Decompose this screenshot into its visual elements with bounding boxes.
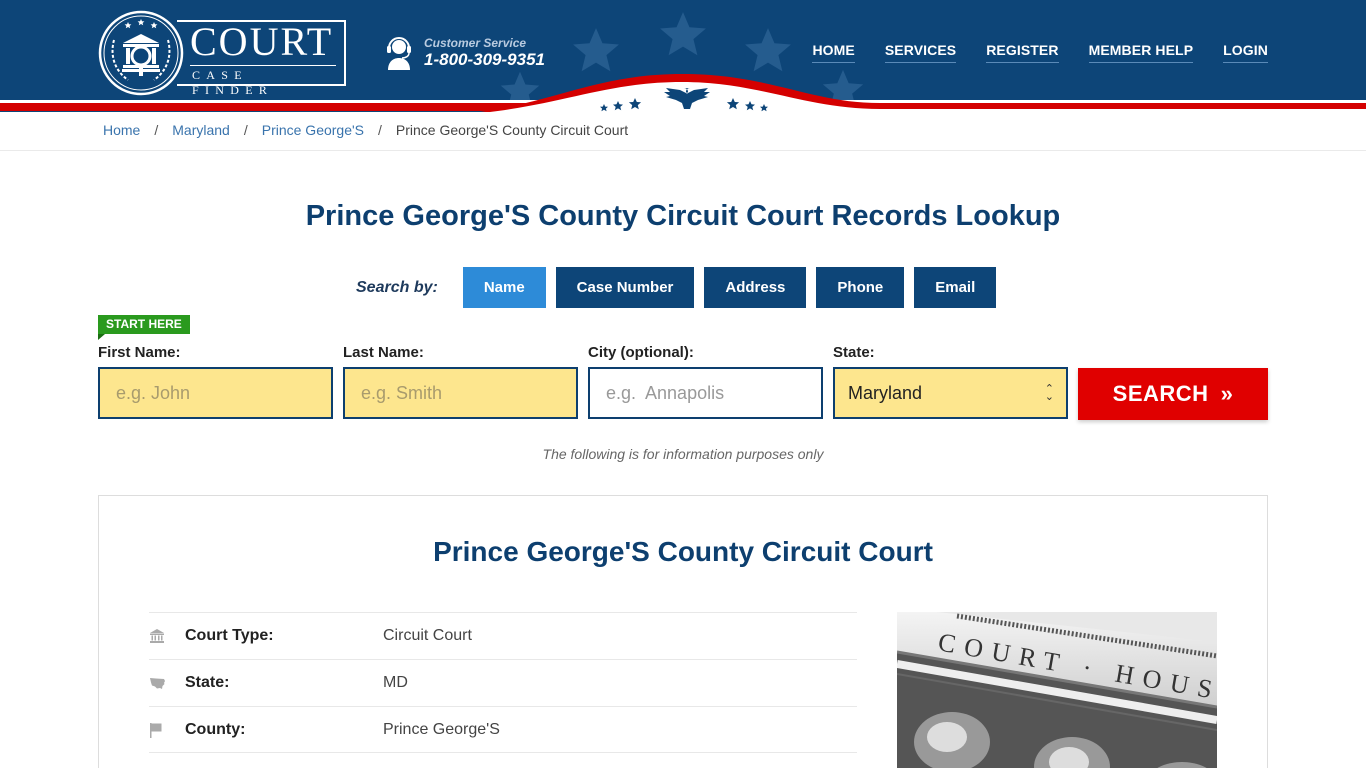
breadcrumb-separator: /: [378, 122, 382, 138]
courthouse-icon: [149, 628, 185, 644]
logo-rule: [190, 65, 336, 66]
first-name-field: First Name:: [98, 344, 333, 419]
breadcrumb-separator: /: [154, 122, 159, 138]
start-here-badge: START HERE: [98, 315, 190, 340]
tab-name[interactable]: Name: [462, 267, 546, 308]
breadcrumb-separator: /: [243, 122, 248, 138]
tab-case-number[interactable]: Case Number: [555, 267, 695, 308]
main-nav: HOME SERVICES REGISTER MEMBER HELP LOGIN: [812, 42, 1268, 63]
city-label: City (optional):: [588, 344, 694, 361]
detail-value: Circuit Court: [383, 627, 472, 644]
search-by-tabs: Search by: Name Case Number Address Phon…: [356, 267, 1006, 308]
nav-register[interactable]: REGISTER: [986, 42, 1059, 63]
city-field: City (optional):: [588, 344, 823, 419]
customer-service-phone[interactable]: 1-800-309-9351: [424, 50, 545, 70]
last-name-field: Last Name:: [343, 344, 578, 419]
breadcrumb-home[interactable]: Home: [103, 122, 140, 138]
detail-value: Prince George'S: [383, 720, 500, 738]
city-input[interactable]: [588, 367, 823, 419]
disclaimer: The following is for information purpose…: [542, 446, 824, 462]
nav-login[interactable]: LOGIN: [1223, 42, 1268, 63]
detail-row-court-type: Court Type: Circuit Court: [149, 612, 857, 659]
last-name-input[interactable]: [343, 367, 578, 419]
search-by-label: Search by:: [356, 278, 438, 296]
site-logo[interactable]: COURT CASE FINDER: [98, 10, 346, 97]
nav-member-help[interactable]: MEMBER HELP: [1088, 42, 1194, 63]
search-button-label: SEARCH: [1112, 381, 1209, 406]
first-name-input[interactable]: [98, 367, 333, 419]
detail-label: County:: [185, 720, 246, 738]
page-title: Prince George'S County Circuit Court Rec…: [305, 200, 1061, 232]
nav-home[interactable]: HOME: [812, 42, 855, 63]
site-header: COURT CASE FINDER Customer Service 1-800…: [0, 0, 1366, 112]
double-chevron-right-icon: »: [1220, 381, 1234, 406]
courthouse-photo-illustration: COURT · HOUSE: [897, 612, 1217, 768]
breadcrumb-current: Prince George'S County Circuit Court: [395, 122, 629, 138]
state-field: State: Maryland ⌃ ⌄: [833, 344, 1068, 419]
last-name-label: Last Name:: [343, 344, 424, 361]
court-title: Prince George'S County Circuit Court: [433, 536, 933, 567]
state-select[interactable]: Maryland ⌃ ⌄: [833, 367, 1068, 419]
detail-label: State:: [185, 674, 230, 691]
headset-icon: [387, 37, 411, 70]
first-name-label: First Name:: [98, 344, 181, 361]
customer-service-label: Customer Service: [424, 36, 527, 50]
select-arrows-icon: ⌃ ⌄: [1044, 383, 1054, 403]
logo-title: COURT: [190, 19, 334, 64]
detail-row-county: County: Prince George'S: [149, 706, 857, 753]
court-details: Court Type: Circuit Court State: MD Coun…: [149, 612, 857, 753]
tab-email[interactable]: Email: [914, 267, 997, 308]
detail-value: MD: [383, 674, 408, 691]
breadcrumb-divider: [0, 150, 1366, 151]
detail-row-state: State: MD: [149, 659, 857, 706]
state-select-value: Maryland: [848, 382, 923, 403]
search-button[interactable]: SEARCH »: [1078, 368, 1268, 420]
usa-map-icon: [149, 676, 185, 690]
courthouse-photo: COURT · HOUSE: [897, 612, 1217, 768]
eagle-icon: [600, 88, 768, 112]
customer-service: Customer Service 1-800-309-9351: [384, 36, 545, 70]
breadcrumb-state[interactable]: Maryland: [172, 122, 230, 138]
tab-address[interactable]: Address: [704, 267, 807, 308]
flag-icon: [149, 722, 185, 738]
courthouse-emblem-icon: [98, 10, 184, 96]
breadcrumb-county[interactable]: Prince George'S: [262, 122, 364, 138]
nav-services[interactable]: SERVICES: [884, 42, 957, 63]
tab-phone[interactable]: Phone: [816, 267, 905, 308]
court-info-card: Prince George'S County Circuit Court Cou…: [98, 495, 1268, 768]
detail-label: Court Type:: [185, 627, 274, 644]
breadcrumb: Home / Maryland / Prince George'S / Prin…: [103, 122, 628, 138]
state-label: State:: [833, 344, 875, 361]
logo-subtitle: CASE FINDER: [192, 68, 274, 97]
